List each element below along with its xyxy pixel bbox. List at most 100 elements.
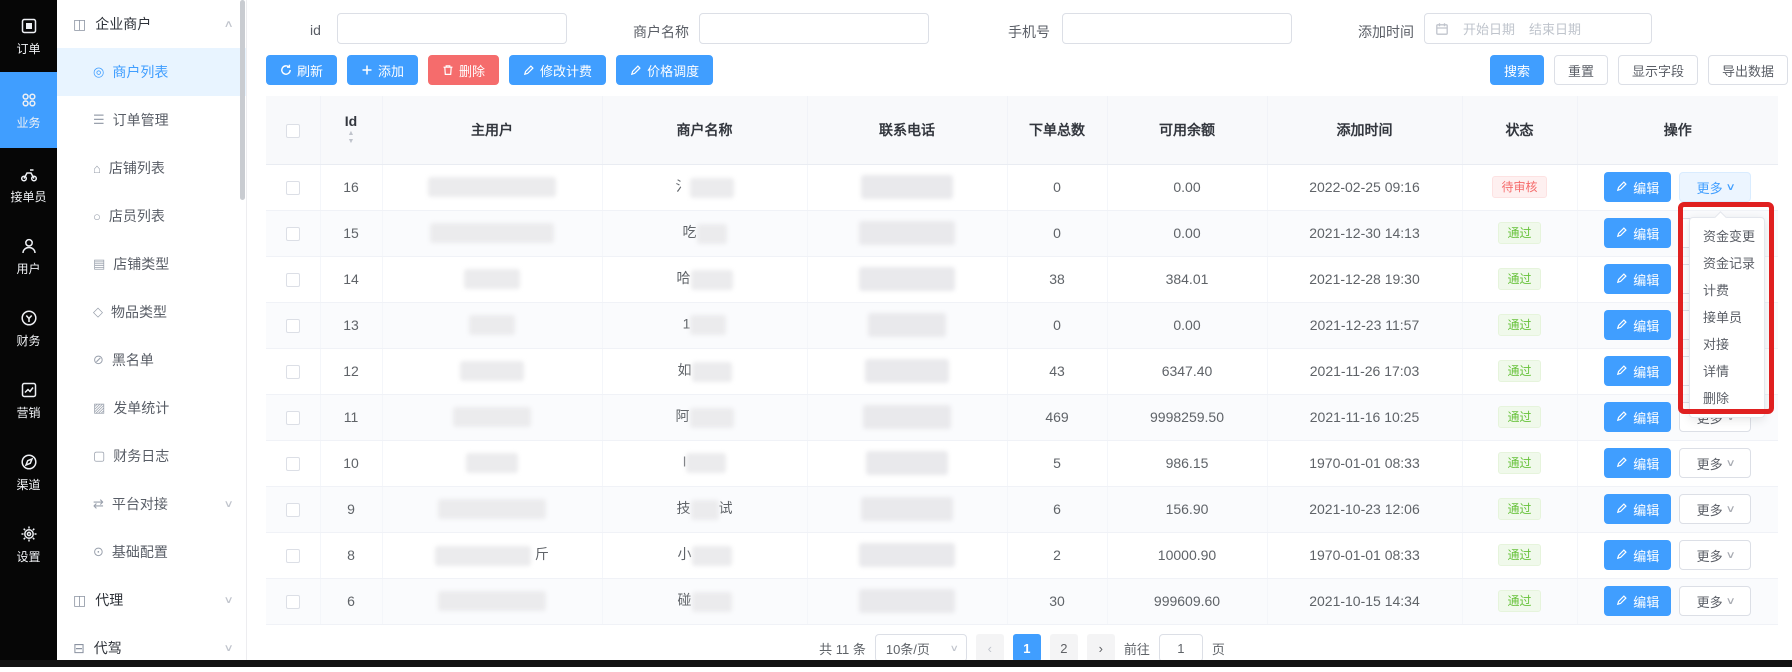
sidebar-item-订单管理[interactable]: ☰订单管理 (57, 96, 246, 144)
edit-button[interactable]: 编辑 (1604, 494, 1671, 524)
sort-caret[interactable]: ▲▼ (348, 130, 355, 145)
row-checkbox[interactable] (286, 457, 300, 471)
dropdown-item-资金变更[interactable]: 资金变更 (1690, 223, 1764, 250)
edit-button[interactable]: 编辑 (1604, 264, 1671, 294)
page-size-select[interactable]: 10条/页∨ (875, 634, 967, 662)
sidebar-group-企业商户[interactable]: ◫企业商户∧ (57, 0, 246, 48)
rail-item-财务[interactable]: 财务 (0, 292, 57, 364)
export-data-button[interactable]: 导出数据 (1708, 55, 1788, 85)
column-header-merchant-name: 商户名称 (602, 96, 807, 164)
cell-balance: 0.00 (1107, 302, 1267, 348)
primary-nav-rail: 订单业务接单员用户财务营销渠道设置 (0, 0, 57, 667)
rail-item-label: 设置 (16, 548, 40, 565)
row-checkbox[interactable] (286, 181, 300, 195)
sidebar-item-物品类型[interactable]: ◇物品类型 (57, 288, 246, 336)
row-checkbox[interactable] (286, 365, 300, 379)
sidebar-scrollbar[interactable] (240, 0, 245, 200)
blacklist-icon: ⊘ (93, 352, 104, 368)
pencil-icon (1616, 410, 1628, 425)
search-button[interactable]: 搜索 (1490, 55, 1544, 85)
rail-item-营销[interactable]: 营销 (0, 364, 57, 436)
finance-log-icon: ▢ (93, 448, 105, 464)
edit-button[interactable]: 编辑 (1604, 310, 1671, 340)
sidebar-item-店员列表[interactable]: ○店员列表 (57, 192, 246, 240)
row-checkbox[interactable] (286, 411, 300, 425)
dropdown-item-删除[interactable]: 删除 (1690, 385, 1764, 412)
delete-button[interactable]: 删除 (428, 55, 499, 85)
cell-order-count: 0 (1007, 164, 1107, 210)
dropdown-item-对接[interactable]: 对接 (1690, 331, 1764, 358)
edit-button[interactable]: 编辑 (1604, 540, 1671, 570)
next-page-button[interactable]: › (1087, 634, 1115, 662)
row-checkbox[interactable] (286, 273, 300, 287)
sidebar-group-代理[interactable]: ◫代理∨ (57, 576, 246, 624)
row-checkbox[interactable] (286, 503, 300, 517)
more-button[interactable]: 更多∨ (1679, 540, 1751, 570)
sidebar-item-财务日志[interactable]: ▢财务日志 (57, 432, 246, 480)
date-range-picker[interactable]: 开始日期 结束日期 (1424, 13, 1652, 44)
row-checkbox[interactable] (286, 319, 300, 333)
more-button[interactable]: 更多∨ (1679, 586, 1751, 616)
edit-button[interactable]: 编辑 (1604, 218, 1671, 248)
cell-add-time: 2022-02-25 09:16 (1267, 164, 1462, 210)
refresh-button[interactable]: 刷新 (266, 55, 337, 85)
rail-item-用户[interactable]: 用户 (0, 220, 57, 292)
rail-item-label: 订单 (16, 40, 40, 57)
sidebar-item-发单统计[interactable]: ▨发单统计 (57, 384, 246, 432)
edit-billing-button[interactable]: 修改计费 (509, 55, 606, 85)
rail-item-渠道[interactable]: 渠道 (0, 436, 57, 508)
redacted-phone (866, 451, 948, 475)
edit-button[interactable]: 编辑 (1604, 356, 1671, 386)
row-checkbox[interactable] (286, 595, 300, 609)
redacted-merchant-name (690, 178, 734, 198)
dropdown-item-接单员[interactable]: 接单员 (1690, 304, 1764, 331)
rail-item-业务[interactable]: 业务 (0, 72, 57, 148)
goto-page-input[interactable] (1159, 634, 1203, 662)
page-button-1[interactable]: 1 (1013, 634, 1041, 662)
edit-button[interactable]: 编辑 (1604, 402, 1671, 432)
secondary-sidebar: ◫企业商户∧◎商户列表☰订单管理⌂店铺列表○店员列表▤店铺类型◇物品类型⊘黑名单… (57, 0, 247, 660)
more-button[interactable]: 更多∨ (1679, 494, 1751, 524)
more-button[interactable]: 更多∨ (1679, 448, 1751, 478)
sidebar-item-平台对接[interactable]: ⇄平台对接∨ (57, 480, 246, 528)
rail-item-订单[interactable]: 订单 (0, 0, 57, 72)
sidebar-item-基础配置[interactable]: ⊙基础配置 (57, 528, 246, 576)
sidebar-item-黑名单[interactable]: ⊘黑名单 (57, 336, 246, 384)
dropdown-item-计费[interactable]: 计费 (1690, 277, 1764, 304)
prev-page-button[interactable]: ‹ (976, 634, 1004, 662)
cell-id: 14 (320, 256, 382, 302)
show-fields-button[interactable]: 显示字段 (1618, 55, 1698, 85)
dropdown-item-详情[interactable]: 详情 (1690, 358, 1764, 385)
rail-item-label: 业务 (16, 114, 40, 131)
sidebar-item-店铺列表[interactable]: ⌂店铺列表 (57, 144, 246, 192)
rail-item-接单员[interactable]: 接单员 (0, 148, 57, 220)
rail-item-设置[interactable]: 设置 (0, 508, 57, 580)
cell-add-time: 1970-01-01 08:33 (1267, 532, 1462, 578)
edit-button[interactable]: 编辑 (1604, 448, 1671, 478)
merchant-filter-input[interactable] (699, 13, 929, 44)
phone-filter-input[interactable] (1062, 13, 1292, 44)
edit-button[interactable]: 编辑 (1604, 586, 1671, 616)
redacted-phone (868, 313, 946, 337)
column-header-id: Id ▲▼ (320, 96, 382, 164)
price-adjust-button[interactable]: 价格调度 (616, 55, 713, 85)
id-filter-input[interactable] (337, 13, 567, 44)
row-checkbox[interactable] (286, 227, 300, 241)
cell-balance: 156.90 (1107, 486, 1267, 532)
add-button[interactable]: 添加 (347, 55, 418, 85)
row-checkbox[interactable] (286, 549, 300, 563)
more-button[interactable]: 更多∨ (1679, 172, 1751, 202)
cell-merchant-name: 小 (602, 532, 807, 578)
reset-button[interactable]: 重置 (1554, 55, 1608, 85)
dropdown-item-资金记录[interactable]: 资金记录 (1690, 250, 1764, 277)
edit-button[interactable]: 编辑 (1604, 172, 1671, 202)
sidebar-item-商户列表[interactable]: ◎商户列表 (57, 48, 246, 96)
pencil-icon (1616, 502, 1628, 517)
sidebar-item-店铺类型[interactable]: ▤店铺类型 (57, 240, 246, 288)
select-all-checkbox[interactable] (286, 124, 300, 138)
page-button-2[interactable]: 2 (1050, 634, 1078, 662)
redacted-main-user (435, 546, 531, 566)
platform-icon: ⇄ (93, 496, 104, 512)
cell-main-user (382, 578, 602, 624)
cell-id: 6 (320, 578, 382, 624)
